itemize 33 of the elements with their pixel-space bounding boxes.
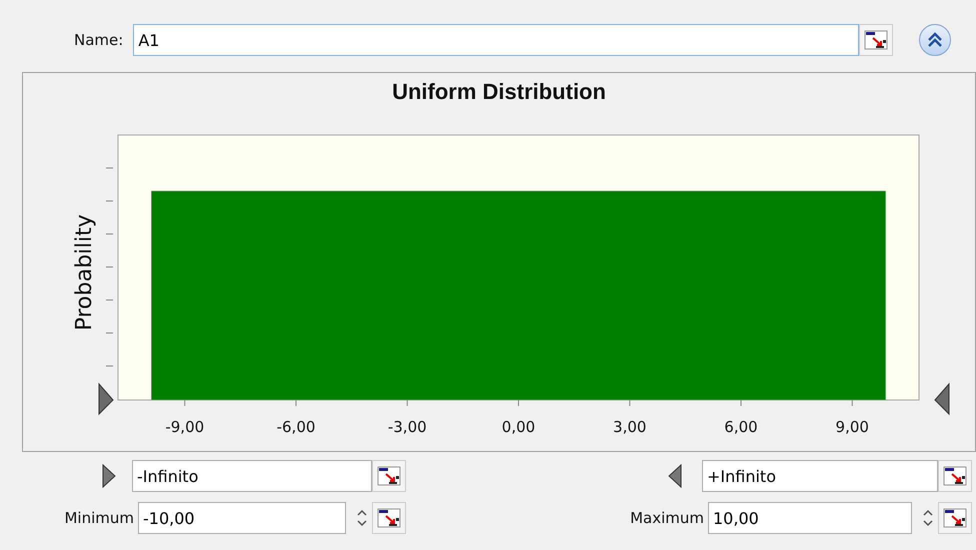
tick-label: 0,00 [502,418,536,436]
chart-title: Uniform Distribution [391,79,607,105]
cell-reference-icon [377,508,401,528]
lower-bound-marker-icon[interactable] [102,464,116,488]
right-marker-icon[interactable] [934,382,950,416]
cell-reference-button[interactable] [938,502,972,534]
field-label: Minimum [64,509,134,527]
minimum-field[interactable]: -10,00 [138,502,346,534]
left-marker-icon[interactable] [98,382,114,416]
tick-label: -9,00 [165,418,204,436]
axis-label: Probability [72,214,97,331]
field-label: Maximum [630,509,704,527]
maximum-field[interactable]: 10,00 [708,502,912,534]
cell-reference-icon [377,466,401,486]
upper-bound-field[interactable]: +Infinito [702,460,938,492]
cell-reference-icon [943,508,967,528]
double-chevron-up-icon [926,31,944,49]
cell-reference-icon [864,30,888,50]
field-label: Name: [74,31,124,49]
cell-reference-icon [943,466,967,486]
cell-reference-button[interactable] [938,460,972,492]
tick-label: 9,00 [836,418,869,436]
cell-reference-button[interactable] [372,460,406,492]
cell-reference-button[interactable] [859,24,894,56]
tick-label: 3,00 [613,418,646,436]
cell-reference-button[interactable] [372,502,406,534]
tick-label: -6,00 [276,418,316,436]
tick-label: -3,00 [388,418,427,436]
upper-bound-marker-icon[interactable] [668,464,682,488]
collapse-button[interactable] [919,24,952,56]
lower-bound-field[interactable]: -Infinito [132,460,372,492]
name-field[interactable]: A1 [133,24,860,56]
tick-label: 6,00 [724,418,758,436]
